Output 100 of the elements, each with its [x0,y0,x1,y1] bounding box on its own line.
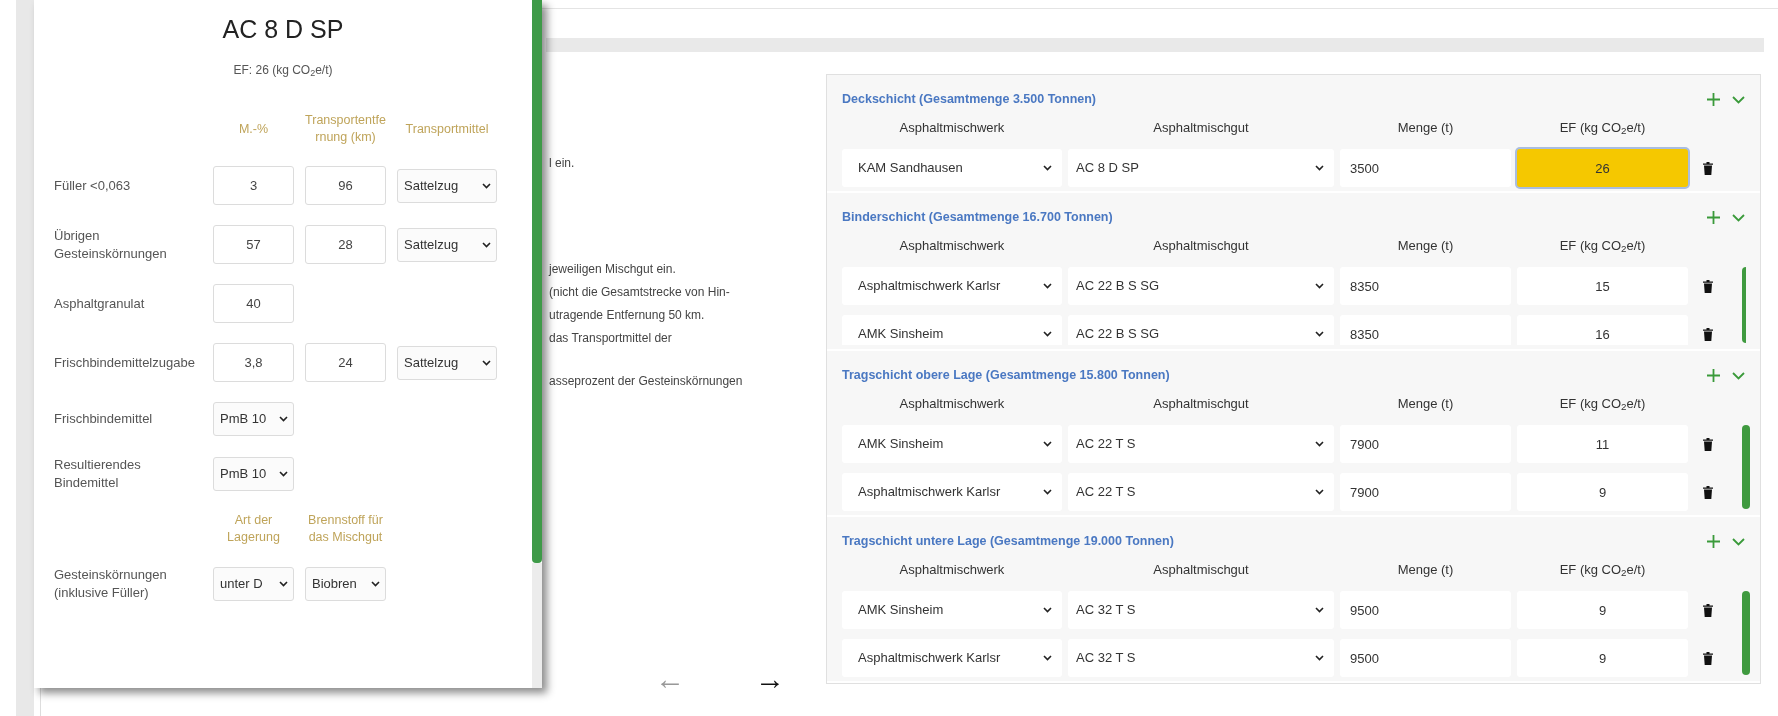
column-header: Asphaltmischgut [1152,561,1250,579]
trash-icon[interactable] [1703,603,1713,617]
plant-select[interactable]: Asphaltmischwerk Karlsr [842,473,1062,511]
column-heading: Transportmittel [404,120,490,138]
plus-icon[interactable] [1706,533,1721,549]
popup-title: AC 8 D SP [221,14,345,44]
chevron-down-icon [482,241,491,248]
column-header: Asphaltmischwerk [898,395,1006,413]
chevron-down-icon [279,471,288,477]
dropdown-select[interactable]: PmB 10 [213,402,294,436]
dropdown-select[interactable]: Sattelzug [397,227,497,262]
plant-select[interactable]: AMK Sinsheim [842,315,1062,345]
quantity-field[interactable]: 8350 [1340,267,1511,305]
chevron-down-icon [279,416,288,422]
dropdown-select[interactable]: Sattelzug [397,345,497,380]
plus-icon[interactable] [1706,91,1721,107]
chevron-down-icon [1043,165,1052,171]
emission-factor-field[interactable]: 16 [1517,315,1688,345]
layer-title: Tragschicht obere Lage (Gesamtmenge 15.800 Tonnen) [842,367,1170,383]
quantity-field[interactable]: 7900 [1340,425,1511,463]
quantity-field[interactable]: 7900 [1340,473,1511,511]
row-label: Übrigen Gesteinskörnungen [54,226,168,263]
chevron-down-icon [1315,655,1324,661]
row-label: Frischbindemittelzugabe [54,353,196,372]
mixture-select[interactable]: AC 8 D SP [1068,149,1334,187]
mixture-select[interactable]: AC 22 T S [1068,425,1334,463]
input-field[interactable]: 57 [213,225,294,264]
instruction-text: (nicht die Gesamtstrecke von Hin- [549,284,731,301]
chevron-down-icon [1315,165,1324,171]
column-header: EF (kg CO$_{2}$e/t) [1558,395,1647,413]
input-field[interactable]: 3,8 [213,343,294,382]
mixture-select[interactable]: AC 32 T S [1068,591,1334,629]
instruction-text: asseprozent der Gesteinskörnungen [549,373,744,390]
chevron-down-icon [482,182,491,189]
emission-factor-field[interactable]: 11 [1517,425,1688,463]
trash-icon[interactable] [1703,437,1713,451]
quantity-field[interactable]: 3500 [1340,149,1511,187]
chevron-down-icon [371,581,380,587]
chevron-down-icon [1315,441,1324,447]
trash-icon[interactable] [1703,161,1713,175]
mixture-select[interactable]: AC 32 T S [1068,639,1334,677]
plant-select[interactable]: Asphaltmischwerk Karlsr [842,267,1062,305]
instruction-text: jeweiligen Mischgut ein. [549,261,677,278]
plus-icon[interactable] [1706,367,1721,383]
column-heading: Brennstoff für das Mischgut [307,512,384,546]
quantity-field[interactable]: 9500 [1340,591,1511,629]
column-header: Asphaltmischwerk [898,561,1006,579]
chevron-down-icon [1315,283,1324,289]
row-label: Resultierendes Bindemittel [54,456,142,492]
chevron-down-icon [1043,441,1052,447]
row-label: Frischbindemittel [54,410,154,428]
input-field[interactable]: 40 [213,284,294,323]
next-button[interactable]: → [755,664,785,694]
plant-select[interactable]: Asphaltmischwerk Karlsr [842,639,1062,677]
trash-icon[interactable] [1703,485,1713,499]
input-field[interactable]: 24 [305,343,386,382]
dropdown-select[interactable]: Biobren [305,567,386,601]
plant-select[interactable]: AMK Sinsheim [842,591,1062,629]
quantity-field[interactable]: 9500 [1340,639,1511,677]
row-label: Gesteinskörnungen (inklusive Füller) [54,566,168,602]
emission-factor-field[interactable]: 9 [1517,639,1688,677]
column-header: EF (kg CO$_{2}$e/t) [1558,237,1647,255]
trash-icon[interactable] [1703,327,1713,341]
input-field[interactable]: 3 [213,166,294,205]
emission-factor-field[interactable]: 15 [1517,267,1688,305]
dropdown-select[interactable]: Sattelzug [397,168,497,203]
emission-factor-field[interactable]: 9 [1517,591,1688,629]
emission-factor-field[interactable]: 26 [1517,149,1688,187]
dropdown-select[interactable]: unter D [213,567,294,601]
scrollbar-thumb[interactable] [532,0,542,563]
column-heading: Art der Lagerung [226,512,281,546]
input-field[interactable]: 96 [305,166,386,205]
column-header: EF (kg CO$_{2}$e/t) [1558,561,1647,579]
column-header: Asphaltmischwerk [898,237,1006,255]
instruction-text: utragende Entfernung 50 km. [549,307,706,324]
scrollbar-thumb[interactable] [1742,425,1750,509]
chevron-down-icon [1315,607,1324,613]
emission-factor-text: EF: 26 (kg CO$_{2}$e/t) [232,62,334,78]
scrollbar-thumb[interactable] [1742,591,1750,675]
trash-icon[interactable] [1703,279,1713,293]
mixture-select[interactable]: AC 22 B S SG [1068,267,1334,305]
column-header: Menge (t) [1396,561,1455,579]
trash-icon[interactable] [1703,651,1713,665]
chevron-down-icon [1043,283,1052,289]
layer-title: Binderschicht (Gesamtmenge 16.700 Tonnen) [842,209,1113,225]
row-label: Füller <0,063 [54,176,132,195]
plant-select[interactable]: KAM Sandhausen [842,149,1062,187]
column-header: EF (kg CO$_{2}$e/t) [1558,119,1647,137]
layer-title: Deckschicht (Gesamtmenge 3.500 Tonnen) [842,91,1097,107]
mixture-select[interactable]: AC 22 T S [1068,473,1334,511]
dropdown-select[interactable]: PmB 10 [213,457,294,491]
layer-title: Tragschicht untere Lage (Gesamtmenge 19.000 Tonnen) [842,533,1174,549]
input-field[interactable]: 28 [305,225,386,264]
chevron-down-icon [1043,331,1052,337]
emission-factor-field[interactable]: 9 [1517,473,1688,511]
column-header: Asphaltmischgut [1152,119,1250,137]
quantity-field[interactable]: 8350 [1340,315,1511,345]
mixture-select[interactable]: AC 22 B S SG [1068,315,1334,345]
plus-icon[interactable] [1706,209,1721,225]
plant-select[interactable]: AMK Sinsheim [842,425,1062,463]
